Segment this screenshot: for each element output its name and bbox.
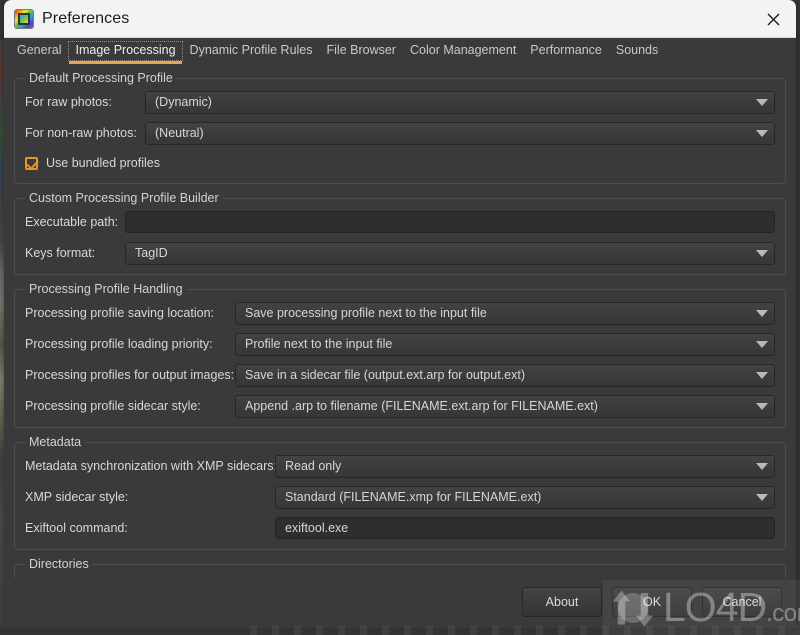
chevron-down-icon: [756, 129, 768, 137]
tab-color-management[interactable]: Color Management: [403, 41, 523, 61]
ok-button[interactable]: OK: [612, 587, 692, 617]
input-exiftool-command[interactable]: exiftool.exe: [275, 517, 775, 539]
group-default-processing-profile: Default Processing Profile For raw photo…: [14, 71, 786, 184]
group-metadata: Metadata Metadata synchronization with X…: [14, 435, 786, 550]
row-profile-saving-location: Processing profile saving location: Save…: [25, 301, 775, 325]
chevron-down-icon: [756, 309, 768, 317]
chevron-down-icon: [756, 98, 768, 106]
row-executable-path: Executable path:: [25, 211, 775, 233]
combo-for-raw-photos[interactable]: (Dynamic): [145, 90, 775, 114]
chevron-down-icon: [756, 402, 768, 410]
label-profile-sidecar-style: Processing profile sidecar style:: [25, 399, 201, 413]
combo-value-profiles-output-images: Save in a sidecar file (output.ext.arp f…: [245, 368, 526, 382]
combo-profile-loading-priority[interactable]: Profile next to the input file: [235, 332, 775, 356]
label-keys-format: Keys format:: [25, 246, 96, 260]
combo-profile-saving-location[interactable]: Save processing profile next to the inpu…: [235, 301, 775, 325]
tab-file-browser[interactable]: File Browser: [320, 41, 403, 61]
combo-value-keys-format: TagID: [135, 246, 168, 260]
label-profile-saving-location: Processing profile saving location:: [25, 306, 214, 320]
group-title-default-processing-profile: Default Processing Profile: [25, 71, 177, 85]
combo-value-profile-saving-location: Save processing profile next to the inpu…: [245, 306, 487, 320]
tab-dynamic-profile-rules[interactable]: Dynamic Profile Rules: [183, 41, 320, 61]
taskbar: [0, 626, 800, 635]
chevron-down-icon: [756, 340, 768, 348]
group-title-processing-profile-handling: Processing Profile Handling: [25, 282, 187, 296]
taskbar-icons: [250, 626, 800, 635]
row-profile-sidecar-style: Processing profile sidecar style: Append…: [25, 394, 775, 418]
row-for-non-raw-photos: For non-raw photos: (Neutral): [25, 121, 775, 145]
group-title-custom-processing-profile-builder: Custom Processing Profile Builder: [25, 191, 223, 205]
label-exiftool-command: Exiftool command:: [25, 521, 128, 535]
row-keys-format: Keys format: TagID: [25, 241, 775, 265]
chevron-down-icon: [756, 462, 768, 470]
tab-bar: General Image Processing Dynamic Profile…: [4, 38, 796, 64]
combo-value-profile-sidecar-style: Append .arp to filename (FILENAME.ext.ar…: [245, 399, 598, 413]
group-custom-processing-profile-builder: Custom Processing Profile Builder Execut…: [14, 191, 786, 275]
close-icon[interactable]: [750, 0, 796, 38]
checkbox-use-bundled-profiles[interactable]: [25, 156, 38, 170]
label-executable-path: Executable path:: [25, 215, 119, 229]
label-use-bundled-profiles: Use bundled profiles: [46, 156, 160, 170]
chevron-down-icon: [756, 371, 768, 379]
group-processing-profile-handling: Processing Profile Handling Processing p…: [14, 282, 786, 428]
combo-value-for-non-raw-photos: (Neutral): [155, 126, 204, 140]
tab-sounds[interactable]: Sounds: [609, 41, 665, 61]
combo-value-profile-loading-priority: Profile next to the input file: [245, 337, 393, 351]
titlebar: Preferences: [4, 0, 796, 38]
preferences-dialog: Preferences General Image Processing Dyn…: [4, 0, 796, 626]
label-profiles-output-images: Processing profiles for output images:: [25, 368, 235, 382]
row-exiftool-command: Exiftool command: exiftool.exe: [25, 517, 775, 539]
combo-profiles-output-images[interactable]: Save in a sidecar file (output.ext.arp f…: [235, 363, 775, 387]
group-title-directories: Directories: [25, 557, 93, 571]
row-metadata-sync: Metadata synchronization with XMP sideca…: [25, 454, 775, 478]
combo-metadata-sync[interactable]: Read only: [275, 454, 775, 478]
row-use-bundled-profiles: Use bundled profiles: [25, 153, 775, 173]
rawtherapee-icon: [15, 9, 33, 28]
row-profile-loading-priority: Processing profile loading priority: Pro…: [25, 332, 775, 356]
combo-value-metadata-sync: Read only: [285, 459, 342, 473]
input-executable-path[interactable]: [125, 211, 775, 233]
dialog-footer: About OK Cancel: [4, 578, 796, 626]
desktop-background: Preferences General Image Processing Dyn…: [0, 0, 800, 635]
combo-value-for-raw-photos: (Dynamic): [155, 95, 212, 109]
label-xmp-sidecar-style: XMP sidecar style:: [25, 490, 129, 504]
tab-general[interactable]: General: [10, 41, 68, 61]
tab-performance[interactable]: Performance: [523, 41, 609, 61]
cancel-button[interactable]: Cancel: [702, 587, 782, 617]
combo-value-xmp-sidecar-style: Standard (FILENAME.xmp for FILENAME.ext): [285, 490, 542, 504]
group-title-metadata: Metadata: [25, 435, 86, 449]
combo-xmp-sidecar-style[interactable]: Standard (FILENAME.xmp for FILENAME.ext): [275, 485, 775, 509]
row-profiles-output-images: Processing profiles for output images: S…: [25, 363, 775, 387]
window-title: Preferences: [42, 9, 130, 27]
row-for-raw-photos: For raw photos: (Dynamic): [25, 90, 775, 114]
combo-for-non-raw-photos[interactable]: (Neutral): [145, 121, 775, 145]
chevron-down-icon: [756, 493, 768, 501]
label-profile-loading-priority: Processing profile loading priority:: [25, 337, 213, 351]
label-metadata-sync: Metadata synchronization with XMP sideca…: [25, 459, 277, 473]
preferences-content: Default Processing Profile For raw photo…: [4, 64, 796, 626]
label-for-non-raw-photos: For non-raw photos:: [25, 126, 137, 140]
tab-image-processing[interactable]: Image Processing: [68, 41, 183, 64]
value-exiftool-command: exiftool.exe: [285, 521, 349, 535]
combo-keys-format[interactable]: TagID: [125, 241, 775, 265]
chevron-down-icon: [756, 249, 768, 257]
label-for-raw-photos: For raw photos:: [25, 95, 112, 109]
row-xmp-sidecar-style: XMP sidecar style: Standard (FILENAME.xm…: [25, 485, 775, 509]
combo-profile-sidecar-style[interactable]: Append .arp to filename (FILENAME.ext.ar…: [235, 394, 775, 418]
about-button[interactable]: About: [522, 587, 602, 617]
group-directories: Directories: [14, 557, 786, 578]
